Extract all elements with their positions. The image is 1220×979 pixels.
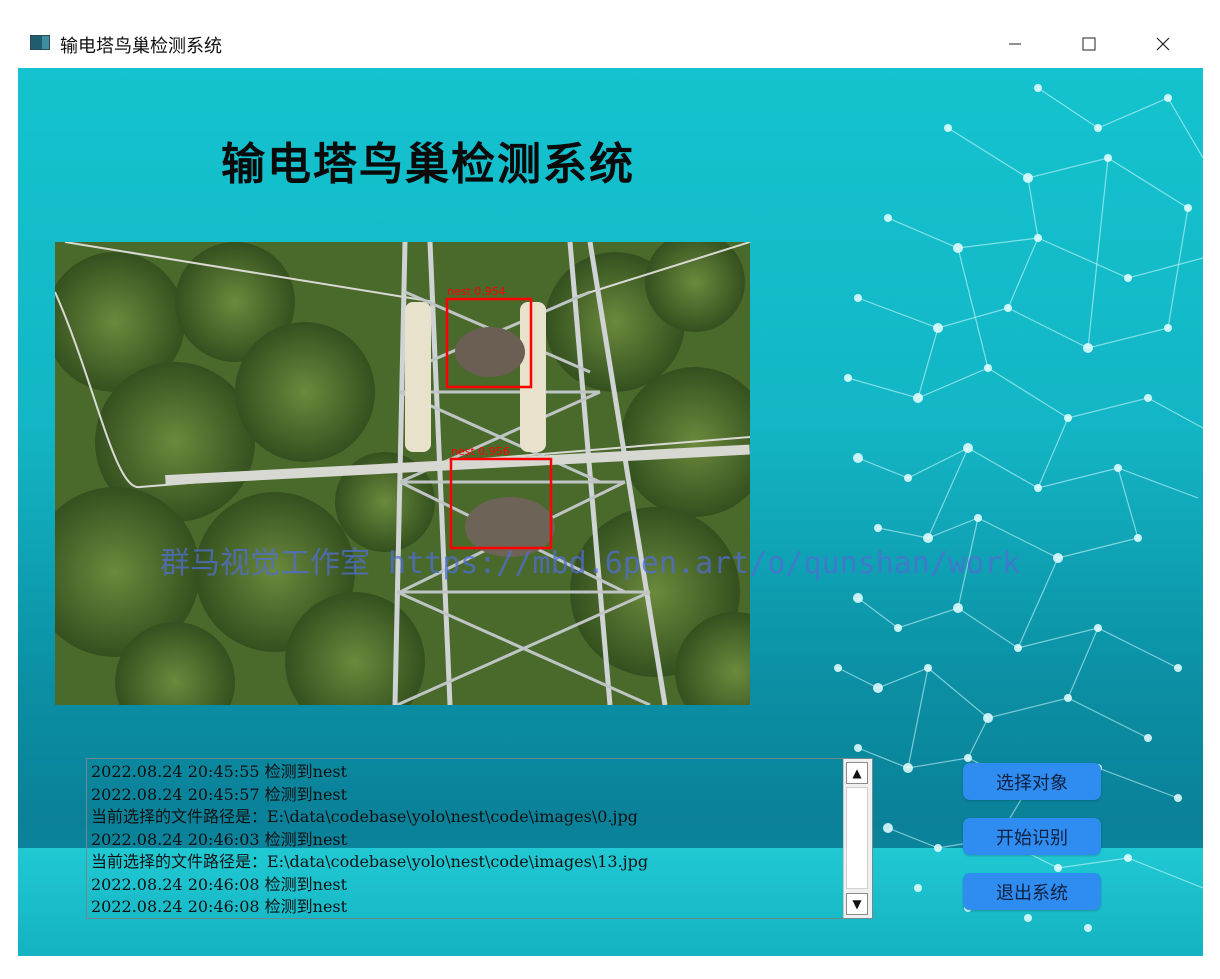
log-line: 2022.08.24 20:45:55 检测到nest	[91, 762, 348, 781]
detection-label-1: nest 0.954	[447, 285, 506, 298]
app-heading: 输电塔鸟巢检测系统	[221, 139, 635, 190]
window-title: 输电塔鸟巢检测系统	[60, 36, 222, 57]
scroll-down-button[interactable]: ▼	[846, 893, 868, 915]
log-scrollbar[interactable]: ▲ ▼	[843, 759, 872, 918]
select-object-button[interactable]: 选择对象	[963, 763, 1101, 800]
triangle-down-icon: ▼	[852, 897, 862, 911]
close-button[interactable]	[1126, 20, 1200, 68]
maximize-icon	[1082, 37, 1096, 51]
minimize-button[interactable]	[978, 20, 1052, 68]
detection-label-2: nest 0.956	[451, 445, 510, 458]
app-icon	[30, 35, 50, 50]
start-recognition-button[interactable]: 开始识别	[963, 818, 1101, 855]
title-bar[interactable]: 输电塔鸟巢检测系统	[18, 20, 1203, 68]
detection-image: nest 0.954 nest 0.956	[55, 242, 750, 705]
app-window: 输电塔鸟巢检测系统 输电塔鸟巢检测系统 nest 0.954 nest 0.95…	[18, 20, 1203, 956]
minimize-icon	[1009, 43, 1021, 45]
main-content: 输电塔鸟巢检测系统 nest 0.954 nest 0.956 群马视觉工作室 …	[18, 68, 1203, 956]
watermark-text: 群马视觉工作室 https://mbd.6pen.art/o/qunshan/w…	[160, 546, 1021, 581]
exit-system-button[interactable]: 退出系统	[963, 873, 1101, 910]
triangle-up-icon: ▲	[852, 766, 862, 780]
log-line: 2022.08.24 20:46:03 检测到nest	[91, 829, 348, 849]
maximize-button[interactable]	[1052, 20, 1126, 68]
log-textbox[interactable]: 2022.08.24 20:45:55 检测到nest 2022.08.24 2…	[86, 758, 873, 919]
log-lines: 2022.08.24 20:45:55 检测到nest 2022.08.24 2…	[91, 761, 841, 919]
log-line: 2022.08.24 20:46:08 检测到nest	[91, 897, 348, 916]
scroll-up-button[interactable]: ▲	[846, 762, 868, 784]
tower-photo: nest 0.954 nest 0.956	[55, 242, 750, 705]
log-line: 当前选择的文件路径是：E:\data\codebase\yolo\nest\co…	[91, 852, 649, 871]
log-line: 2022.08.24 20:45:57 检测到nest	[91, 784, 348, 804]
log-line: 2022.08.24 20:46:08 检测到nest	[91, 874, 348, 894]
log-line: 当前选择的文件路径是：E:\data\codebase\yolo\nest\co…	[91, 807, 638, 826]
scroll-thumb[interactable]	[846, 787, 868, 889]
close-icon	[1156, 37, 1170, 51]
